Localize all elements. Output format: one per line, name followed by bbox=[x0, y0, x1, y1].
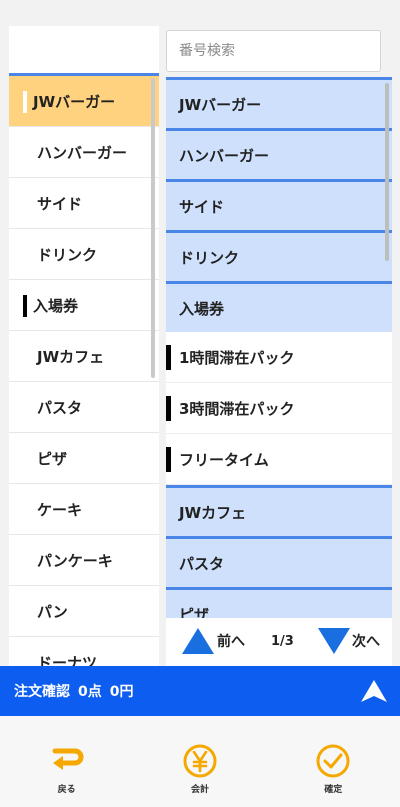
page-indicator: 1/3 bbox=[271, 634, 294, 649]
category-label: ケーキ bbox=[37, 500, 83, 519]
category-label: パンケーキ bbox=[37, 551, 113, 570]
order-summary-bar[interactable]: 注文確認 0点 0円 bbox=[0, 666, 400, 716]
back-label: 戻る bbox=[57, 785, 76, 795]
prev-page-button[interactable]: 前へ bbox=[182, 628, 245, 654]
back-button[interactable]: 戻る bbox=[22, 743, 112, 807]
category-item[interactable]: JWバーガー bbox=[9, 76, 159, 127]
product-item[interactable]: JWカフェ bbox=[166, 485, 392, 536]
category-item[interactable]: パン bbox=[9, 586, 159, 637]
category-item[interactable]: ピザ bbox=[9, 433, 159, 484]
checkout-button[interactable]: 会計 bbox=[155, 743, 245, 807]
yen-icon bbox=[183, 744, 217, 778]
product-marker bbox=[166, 447, 171, 472]
prev-page-label: 前へ bbox=[217, 634, 245, 650]
product-label: 3時間滞在パック bbox=[179, 399, 295, 418]
product-label: 入場券 bbox=[179, 299, 225, 318]
expand-up-icon[interactable] bbox=[360, 679, 388, 703]
check-circle-icon bbox=[316, 744, 350, 778]
product-item[interactable]: サイド bbox=[166, 179, 392, 230]
category-item[interactable]: ドリンク bbox=[9, 229, 159, 280]
category-item[interactable]: パスタ bbox=[9, 382, 159, 433]
product-item[interactable]: ハンバーガー bbox=[166, 128, 392, 179]
order-amount: 0円 bbox=[109, 684, 134, 700]
category-marker bbox=[23, 295, 27, 317]
product-label: ハンバーガー bbox=[179, 146, 270, 165]
category-item[interactable]: JWカフェ bbox=[9, 331, 159, 382]
product-label: JWバーガー bbox=[179, 95, 262, 114]
category-label: パン bbox=[37, 602, 68, 621]
product-label: ピザ bbox=[179, 605, 210, 619]
order-title: 注文確認 bbox=[14, 684, 70, 700]
product-scrollbar[interactable] bbox=[385, 83, 389, 261]
product-list: JWバーガー ハンバーガー サイドドリンク入場券 1時間滞在パック 3時間滞在パック フリ… bbox=[166, 77, 392, 618]
product-marker bbox=[166, 345, 171, 370]
search-input[interactable] bbox=[166, 30, 381, 72]
category-item[interactable]: ケーキ bbox=[9, 484, 159, 535]
category-label: ハンバーガー bbox=[37, 143, 128, 162]
product-label: フリータイム bbox=[179, 450, 269, 469]
confirm-button[interactable]: 確定 bbox=[288, 743, 378, 807]
category-label: サイド bbox=[37, 194, 83, 213]
category-item[interactable]: パンケーキ bbox=[9, 535, 159, 586]
product-marker bbox=[166, 396, 171, 421]
category-label: ドーナツ bbox=[37, 653, 98, 667]
product-item[interactable]: ピザ bbox=[166, 587, 392, 618]
product-item[interactable]: ドリンク bbox=[166, 230, 392, 281]
product-item[interactable]: パスタ bbox=[166, 536, 392, 587]
arrow-down-icon bbox=[318, 628, 350, 654]
category-list: JWバーガーハンバーガー サイドドリンク入場券 JWカフェパスタピザケーキパンケーキ… bbox=[9, 26, 159, 666]
next-page-button[interactable]: 次へ bbox=[318, 628, 380, 654]
product-item[interactable]: 3時間滞在パック bbox=[166, 383, 392, 434]
checkout-label: 会計 bbox=[190, 785, 209, 795]
category-label: パスタ bbox=[37, 398, 83, 417]
category-list-header bbox=[9, 26, 159, 76]
category-label: 入場券 bbox=[33, 296, 79, 315]
category-label: ピザ bbox=[37, 449, 68, 468]
category-item[interactable]: ハンバーガー bbox=[9, 127, 159, 178]
product-label: サイド bbox=[179, 197, 225, 216]
product-label: ドリンク bbox=[179, 248, 240, 267]
product-item[interactable]: 1時間滞在パック bbox=[166, 332, 392, 383]
category-item[interactable]: 入場券 bbox=[9, 280, 159, 331]
product-label: JWカフェ bbox=[179, 503, 247, 522]
next-page-label: 次へ bbox=[352, 634, 380, 650]
product-item[interactable]: JWバーガー bbox=[166, 77, 392, 128]
pager: 前へ 1/3 次へ bbox=[166, 618, 392, 666]
return-arrow-icon bbox=[52, 748, 84, 770]
product-item[interactable]: フリータイム bbox=[166, 434, 392, 485]
category-scrollbar[interactable] bbox=[151, 78, 155, 378]
category-label: JWカフェ bbox=[37, 347, 105, 366]
category-label: ドリンク bbox=[37, 245, 98, 264]
category-marker bbox=[23, 91, 27, 113]
arrow-up-icon bbox=[182, 628, 214, 654]
bottom-nav: 戻る 会計 確定 bbox=[0, 716, 400, 807]
order-points: 0点 bbox=[78, 684, 102, 700]
product-item[interactable]: 入場券 bbox=[166, 281, 392, 332]
product-label: パスタ bbox=[179, 554, 225, 573]
confirm-label: 確定 bbox=[324, 785, 343, 795]
category-label: JWバーガー bbox=[33, 92, 116, 111]
product-label: 1時間滞在パック bbox=[179, 348, 295, 367]
category-item[interactable]: ドーナツ bbox=[9, 637, 159, 666]
category-item[interactable]: サイド bbox=[9, 178, 159, 229]
